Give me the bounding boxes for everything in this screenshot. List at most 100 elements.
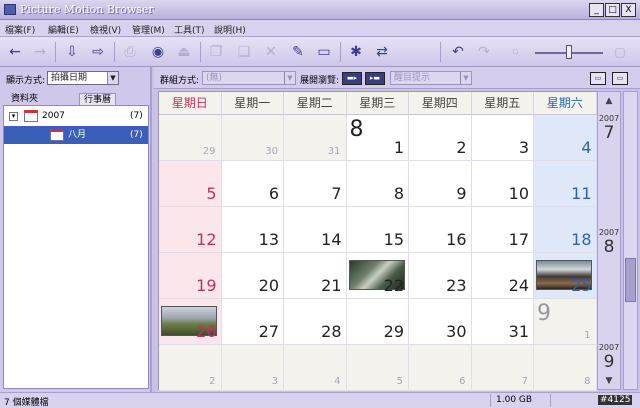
calendar-day-cell[interactable]: 20 <box>221 253 284 299</box>
rotate-left-icon[interactable]: ↶ <box>448 43 468 61</box>
calendar-day-cell[interactable]: 30 <box>221 115 284 161</box>
calendar-day-cell[interactable]: 2 <box>159 345 222 391</box>
close-button[interactable]: X <box>621 3 636 17</box>
back-arrow-icon[interactable]: ← <box>5 43 25 61</box>
day-number: 21 <box>321 276 342 295</box>
calendar-day-cell[interactable]: 3 <box>221 345 284 391</box>
calendar-day-cell[interactable]: 30 <box>409 299 472 345</box>
month-label[interactable]: 8 <box>598 237 620 257</box>
transfer-icon[interactable]: ⇄ <box>372 43 392 61</box>
calendar-day-cell[interactable]: 18 <box>534 207 597 253</box>
menu-view[interactable]: 檢視(V) <box>90 23 121 36</box>
menu-tools[interactable]: 工具(T) <box>174 23 205 36</box>
calendar-day-cell[interactable]: 24 <box>471 253 534 299</box>
forward-arrow-icon[interactable]: → <box>30 43 50 61</box>
large-thumbnail-icon[interactable]: ▢ <box>610 43 630 61</box>
calendar-day-cell[interactable]: 15 <box>346 207 409 253</box>
zoom-slider-knob[interactable] <box>566 45 572 59</box>
scrollbar-thumb[interactable] <box>625 258 636 302</box>
menu-file[interactable]: 檔案(F) <box>5 23 35 36</box>
calendar-day-cell[interactable]: 12 <box>159 207 222 253</box>
month-marker: 9 <box>537 301 551 326</box>
media-count: 7 個媒體檔 <box>4 398 49 408</box>
calendar-day-cell[interactable]: 13 <box>221 207 284 253</box>
day-number: 5 <box>206 184 217 203</box>
display-mode-select[interactable]: 拍攝日期 ▼ <box>47 71 119 85</box>
calendar-day-cell[interactable]: 31 <box>284 115 347 161</box>
tab-folders[interactable]: 資料夾 <box>7 93 43 105</box>
calendar-day-cell[interactable]: 7 <box>284 161 347 207</box>
copy-icon[interactable]: ❐ <box>206 43 226 61</box>
vertical-scrollbar[interactable] <box>623 91 638 390</box>
upload-icon[interactable]: ⏏ <box>174 43 194 61</box>
calendar-day-cell[interactable]: 14 <box>284 207 347 253</box>
calendar-day-cell[interactable]: 22 <box>346 253 409 299</box>
single-pane-icon[interactable]: ▭ <box>590 72 606 85</box>
dual-pane-icon[interactable]: ▭ <box>612 72 628 85</box>
calendar-day-cell[interactable]: 25 <box>534 253 597 299</box>
calendar-day-cell[interactable]: 16 <box>409 207 472 253</box>
calendar-day-cell[interactable]: 9 <box>409 161 472 207</box>
tree-item-2007[interactable]: ▾ 2007 (7) <box>4 107 148 125</box>
calendar-day-cell[interactable]: 4 <box>284 345 347 391</box>
tools-icon[interactable]: ✱ <box>346 43 366 61</box>
group-by-select[interactable]: (無) ▼ <box>202 71 296 85</box>
calendar-day-cell[interactable]: 7 <box>471 345 534 391</box>
collapse-view-icon[interactable]: ▸▬ <box>365 72 385 85</box>
calendar-day-cell[interactable]: 8 <box>346 161 409 207</box>
calendar-day-cell[interactable]: 81 <box>346 115 409 161</box>
day-number: 15 <box>383 230 404 249</box>
small-thumbnail-icon[interactable]: ▫ <box>505 43 525 61</box>
burn-disc-icon[interactable]: ◉ <box>148 43 168 61</box>
month-label[interactable]: 9 <box>598 352 620 372</box>
menu-help[interactable]: 說明(H) <box>214 23 246 36</box>
collapse-icon[interactable]: ▾ <box>9 112 18 121</box>
calendar-day-cell[interactable]: 27 <box>221 299 284 345</box>
highlight-value: 醒目提示 <box>394 73 431 83</box>
weekday-header: 星期日 <box>159 92 222 115</box>
rotate-right-icon[interactable]: ↷ <box>474 43 494 61</box>
calendar-day-cell[interactable]: 5 <box>346 345 409 391</box>
minimize-button[interactable]: _ <box>589 3 604 17</box>
import-icon[interactable]: ⇩ <box>62 43 82 61</box>
tab-calendar[interactable]: 行事曆 <box>79 93 117 105</box>
month-label[interactable]: 7 <box>598 123 620 143</box>
menu-edit[interactable]: 編輯(E) <box>48 23 79 36</box>
scroll-up-icon[interactable]: ▲ <box>598 96 620 106</box>
calendar-day-cell[interactable]: 28 <box>284 299 347 345</box>
slideshow-icon[interactable]: ▭ <box>314 43 334 61</box>
expand-view-icon[interactable]: ▬▸ <box>342 72 362 85</box>
menu-manage[interactable]: 管理(M) <box>132 23 165 36</box>
calendar-day-cell[interactable]: 11 <box>534 161 597 207</box>
export-icon[interactable]: ⇨ <box>88 43 108 61</box>
calendar-day-cell[interactable]: 6 <box>409 345 472 391</box>
paste-icon[interactable]: ❏ <box>234 43 254 61</box>
calendar-day-cell[interactable]: 23 <box>409 253 472 299</box>
calendar-day-cell[interactable]: 91 <box>534 299 597 345</box>
calendar-day-cell[interactable]: 29 <box>159 115 222 161</box>
calendar-day-cell[interactable]: 19 <box>159 253 222 299</box>
tree-item-august[interactable]: 八月 (7) <box>4 126 148 144</box>
calendar-day-cell[interactable]: 4 <box>534 115 597 161</box>
calendar-day-cell[interactable]: 2 <box>409 115 472 161</box>
day-number: 31 <box>327 146 341 157</box>
highlight-select[interactable]: 醒目提示 ▼ <box>390 71 472 85</box>
calendar-day-cell[interactable]: 6 <box>221 161 284 207</box>
calendar-day-cell[interactable]: 29 <box>346 299 409 345</box>
calendar-day-cell[interactable]: 5 <box>159 161 222 207</box>
edit-icon[interactable]: ✎ <box>288 43 308 61</box>
day-number: 16 <box>446 230 467 249</box>
calendar-day-cell[interactable]: 26 <box>159 299 222 345</box>
menu-bar: 檔案(F) 編輯(E) 檢視(V) 管理(M) 工具(T) 說明(H) <box>0 20 640 37</box>
weekday-header: 星期四 <box>409 92 472 115</box>
calendar-day-cell[interactable]: 8 <box>534 345 597 391</box>
print-icon[interactable]: ⎙ <box>120 43 140 61</box>
delete-icon[interactable]: ✕ <box>261 43 281 61</box>
calendar-day-cell[interactable]: 31 <box>471 299 534 345</box>
calendar-day-cell[interactable]: 17 <box>471 207 534 253</box>
calendar-day-cell[interactable]: 3 <box>471 115 534 161</box>
maximize-button[interactable]: □ <box>605 3 620 17</box>
calendar-day-cell[interactable]: 21 <box>284 253 347 299</box>
calendar-day-cell[interactable]: 10 <box>471 161 534 207</box>
scroll-down-icon[interactable]: ▼ <box>598 376 620 386</box>
